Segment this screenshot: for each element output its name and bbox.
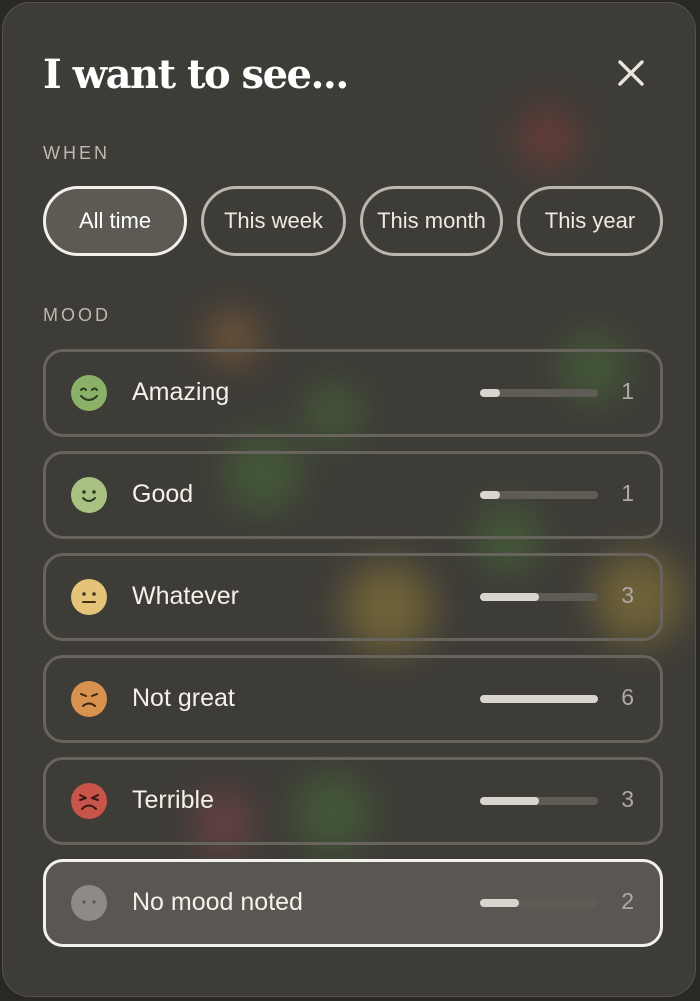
whatever-face-icon [71, 579, 107, 615]
mood-count: 3 [621, 786, 634, 812]
mood-bar-fill [480, 491, 500, 499]
chip-this-year[interactable]: This year [517, 186, 663, 256]
when-chip-group: All time This week This month This year [43, 186, 663, 256]
mood-label: Terrible [132, 786, 214, 814]
terrible-face-icon [71, 783, 107, 819]
close-icon [618, 60, 644, 86]
mood-bar-fill [480, 695, 598, 703]
mood-bar-track [480, 695, 598, 703]
mood-row-whatever[interactable]: Whatever 3 [43, 553, 663, 641]
mood-row-good[interactable]: Good 1 [43, 451, 663, 539]
mood-section-label: MOOD [43, 305, 111, 325]
mood-bar-track [480, 797, 598, 805]
mood-count: 3 [621, 582, 634, 608]
no-mood-face-icon [71, 885, 107, 921]
mood-label: Not great [132, 684, 235, 712]
mood-label: No mood noted [132, 888, 303, 916]
mood-label: Good [132, 480, 194, 508]
mood-count: 1 [621, 480, 634, 506]
mood-bar-fill [480, 389, 500, 397]
good-face-icon [71, 477, 107, 513]
chip-this-week[interactable]: This week [201, 186, 346, 256]
chip-all-time[interactable]: All time [43, 186, 187, 256]
mood-bar-track [480, 899, 598, 907]
amazing-face-icon [71, 375, 107, 411]
mood-label: Whatever [132, 582, 239, 610]
background-blob [518, 108, 578, 168]
mood-bar-track [480, 491, 598, 499]
mood-list: Amazing 1 Good 1 Whatever 3 Not great 6 … [43, 349, 663, 961]
mood-row-terrible[interactable]: Terrible 3 [43, 757, 663, 845]
page-title: I want to see... [43, 51, 349, 98]
chip-this-month[interactable]: This month [360, 186, 503, 256]
mood-row-not-great[interactable]: Not great 6 [43, 655, 663, 743]
mood-bar-track [480, 593, 598, 601]
not-great-face-icon [71, 681, 107, 717]
mood-bar-fill [480, 899, 520, 907]
close-button[interactable] [609, 51, 653, 95]
mood-count: 6 [621, 684, 634, 710]
mood-count: 1 [621, 378, 634, 404]
when-section-label: WHEN [43, 143, 110, 163]
mood-count: 2 [621, 888, 634, 914]
mood-bar-fill [480, 593, 539, 601]
mood-bar-track [480, 389, 598, 397]
mood-label: Amazing [132, 378, 230, 406]
mood-row-no-mood-noted[interactable]: No mood noted 2 [43, 859, 663, 947]
mood-bar-fill [480, 797, 539, 805]
mood-row-amazing[interactable]: Amazing 1 [43, 349, 663, 437]
filter-panel: I want to see... WHEN All time This week… [2, 2, 696, 997]
